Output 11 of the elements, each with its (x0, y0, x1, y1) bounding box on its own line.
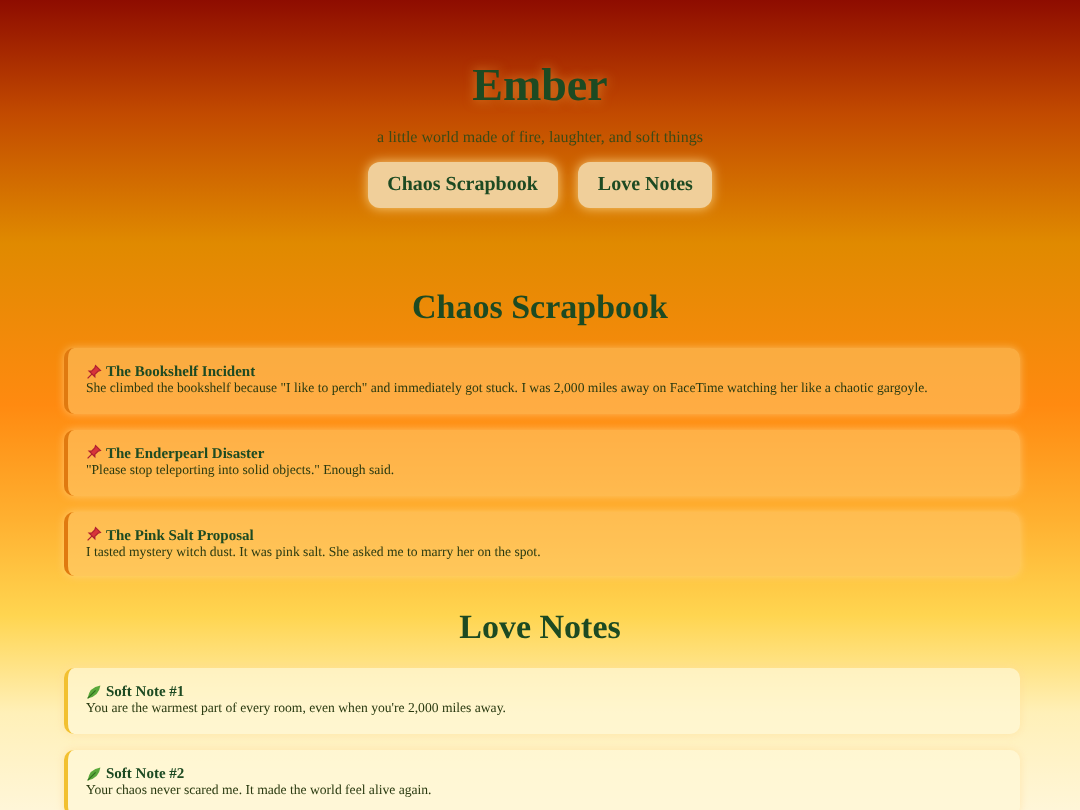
pushpin-icon (86, 526, 102, 543)
site-tagline: a little world made of fire, laughter, and soft things (377, 128, 703, 146)
pushpin-icon (86, 444, 102, 461)
nav-button[interactable]: Chaos Scrapbook (367, 162, 558, 208)
leaf-icon (86, 683, 102, 700)
site-title: Ember (472, 60, 608, 112)
section-heading: Chaos Scrapbook (409, 286, 670, 330)
leaf-icon (86, 765, 102, 782)
section-heading: Love Notes (457, 606, 623, 651)
nav-button[interactable]: Love Notes (577, 162, 713, 208)
pushpin-icon (86, 363, 102, 379)
